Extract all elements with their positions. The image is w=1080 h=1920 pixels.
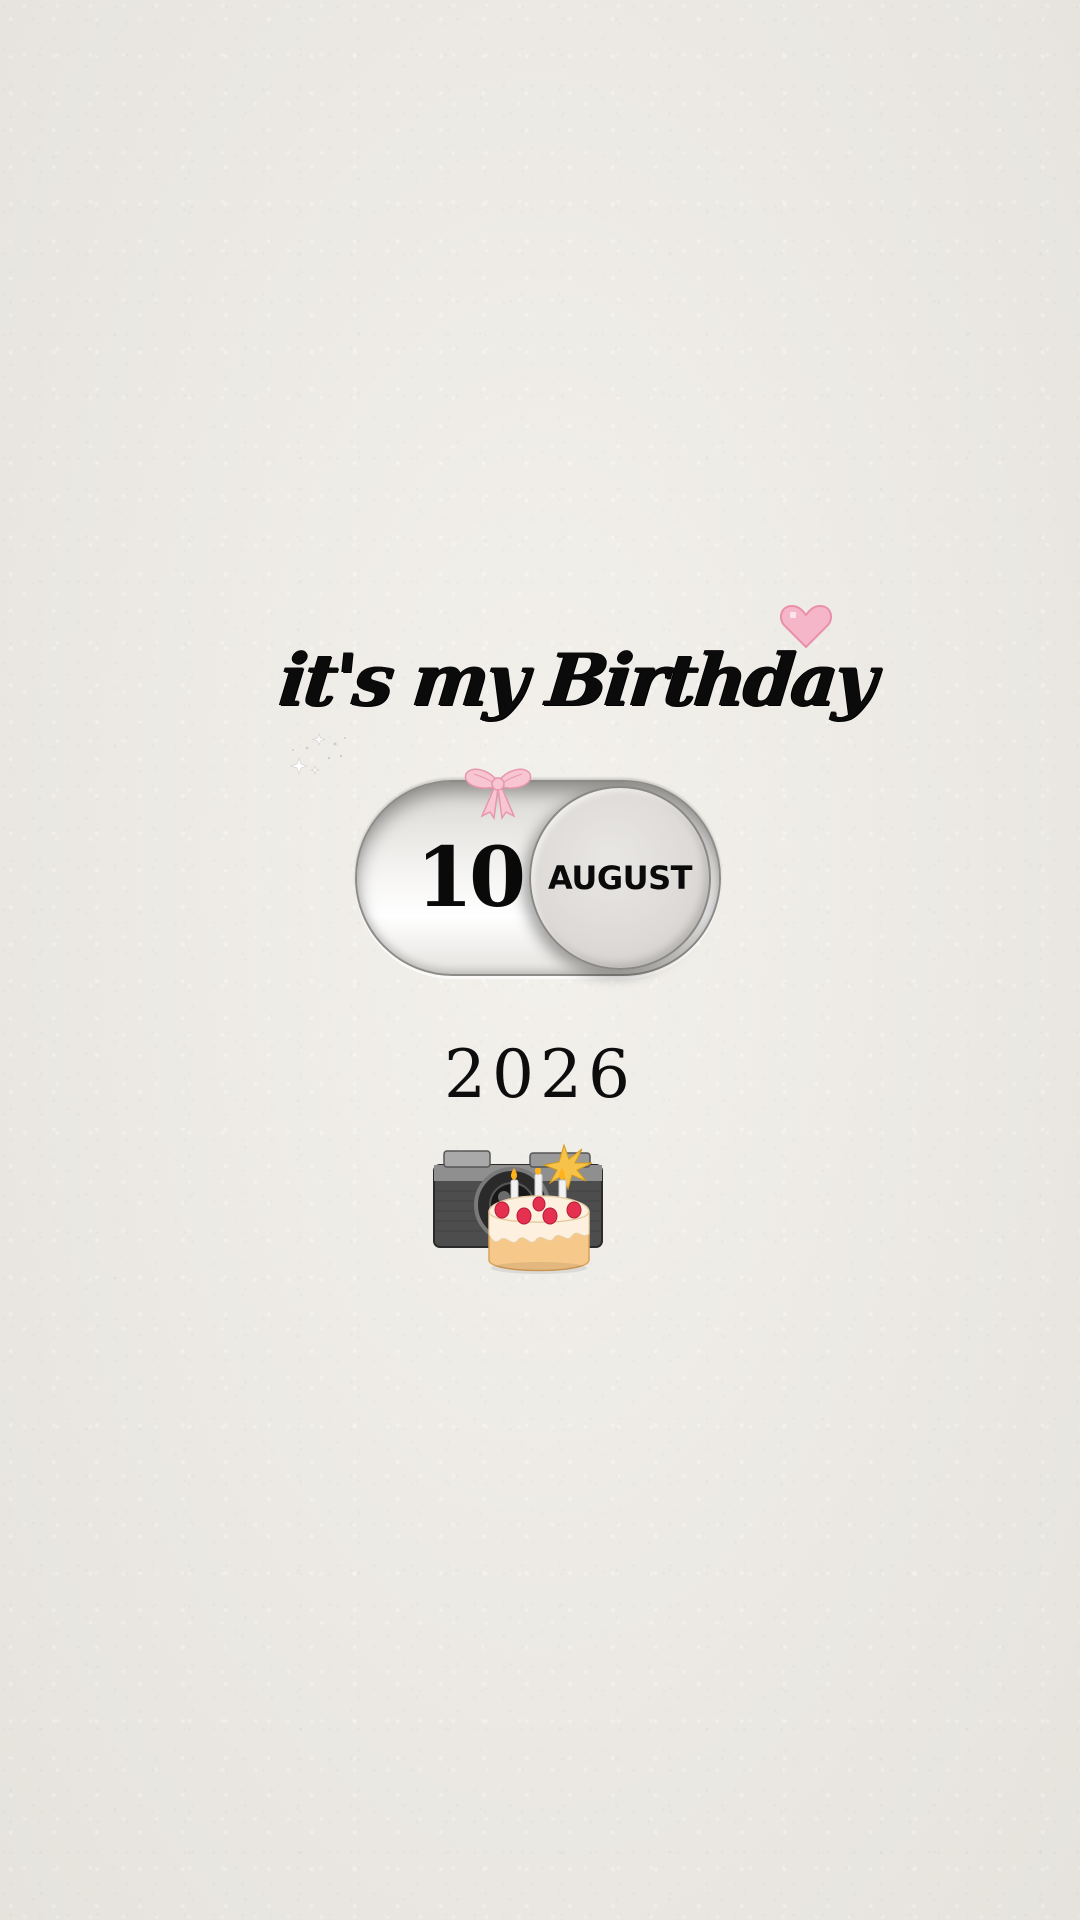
birthday-cake-icon [488,1168,590,1274]
toggle-knob[interactable]: AUGUST [529,786,711,970]
birthday-title: it's my Birthday [275,637,879,722]
day-number: 10 [415,830,526,926]
bow-icon [464,768,532,820]
month-label: AUGUST [548,859,692,897]
date-toggle[interactable]: 10 AUGUST [355,780,721,976]
year-label: 2026 [444,1036,636,1113]
sparkle-icon [289,732,346,776]
